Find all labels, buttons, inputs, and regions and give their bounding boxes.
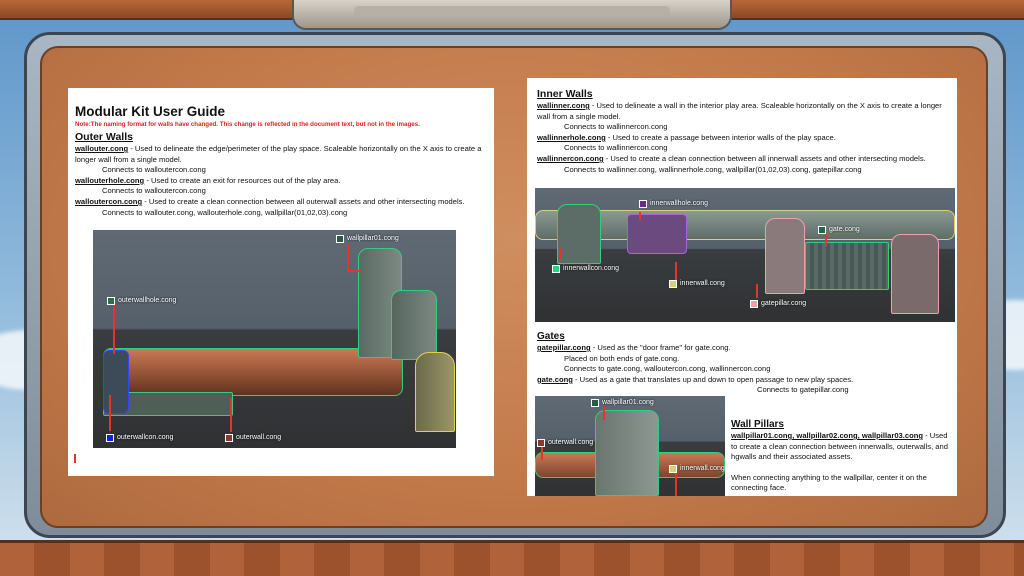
item-connects: Connects to walloutercon.cong [102,186,206,196]
naming-note: Note:The naming format for walls have ch… [75,121,420,128]
item-connects: Connects to wallinnercon.cong [564,143,668,153]
wall-pillars-section: Wall Pillars wallpillar01.cong, wallpill… [731,418,951,494]
section-title: Wall Pillars [731,419,784,430]
item-wallouterhole: wallouterhole.cong - Used to create an e… [75,176,488,187]
color-swatch [639,199,647,208]
label-gatepillar: gatepillar.cong [750,299,806,308]
item-wallinnercon: wallinnercon.cong - Used to create a cle… [537,153,926,163]
outer-walls-viewport: wallpillar01.cong outerwallhole.cong out… [93,230,456,448]
label-pointer [109,395,111,431]
label-outerwall: outerwall.cong [225,433,281,442]
gates-section: Gates gatepillar.cong - Used as the "doo… [537,330,949,396]
label-pointer [347,244,349,272]
item-desc: - Used to create an exit for resources o… [144,175,341,185]
label-pointer [675,262,677,280]
color-swatch [669,279,677,288]
wall-pillars-viewport: wallpillar01.cong outerwall.cong innerwa… [535,396,725,496]
gate-model [805,242,889,290]
gate-pillar-model [765,218,805,294]
guide-page-outer-walls: Modular Kit User Guide Note:The naming f… [68,88,494,476]
label-outerwallhole: outerwallhole.cong [107,296,176,305]
label-pointer [230,398,232,432]
label-pointer [113,304,115,354]
color-swatch [106,433,114,442]
pillars-note: When connecting anything to the wallpill… [731,472,927,493]
guide-page-inner-walls: Inner Walls wallinner.cong - Used to del… [527,78,957,496]
color-swatch [818,225,826,234]
item-desc: - Used to create a clean connection betw… [142,196,465,206]
color-swatch [552,264,560,273]
item-wallouter: wallouter.cong - Used to delineate the e… [75,144,488,165]
color-swatch [336,234,344,243]
section-title: Gates [537,331,565,342]
label-pointer [639,212,641,220]
color-swatch [591,398,599,407]
item-connects: Connects to gate.cong, walloutercon.cong… [564,364,771,374]
label-wallpillar: wallpillar01.cong [591,398,654,407]
label-outerwall: outerwall.cong [537,438,593,447]
item-walloutercon: walloutercon.cong - Used to create a cle… [75,197,488,208]
inner-end-model [557,204,601,264]
item-term: wallouterhole.cong [75,175,145,185]
label-innerwallhole: innerwallhole.cong [639,199,708,208]
label-pointer [541,446,543,460]
item-desc: - Used to delineate the edge/perimeter o… [75,144,482,164]
label-wallpillar: wallpillar01.cong [336,234,399,243]
label-pointer [559,248,561,260]
item-wallpillars: wallpillar01.cong, wallpillar02.cong, wa… [731,431,948,462]
inner-con-model [891,234,939,314]
color-swatch [107,296,115,305]
item-connects: Connects to wallouter.cong, wallouterhol… [102,207,348,217]
outer-hole-model [391,290,437,360]
inner-walls-viewport: innerwallhole.cong gate.cong innerwallco… [535,188,955,322]
label-innerwallcon: innerwallcon.cong [552,264,619,273]
item-term: wallouter.cong [75,144,129,153]
label-innerwall: innerwall.cong [669,464,725,473]
item-wallinnerhole: wallinnerhole.cong - Used to create a pa… [537,132,836,142]
item-term: walloutercon.cong [75,196,143,206]
page-title: Modular Kit User Guide [75,104,226,119]
label-pointer [603,406,605,420]
item-connects: Connects to wallinnercon.cong [564,122,668,132]
frame-top-cap [292,0,732,30]
label-pointer [347,270,361,272]
outer-end-model [415,352,455,432]
outer-con-model [103,350,129,414]
item-connects: Connects to walloutercon.cong [102,165,206,175]
label-outerwallcon: outerwallcon.cong [106,433,173,442]
label-innerwall: innerwall.cong [669,279,725,288]
section-title: Outer Walls [75,131,133,143]
item-gate: gate.cong - Used as a gate that translat… [537,374,854,384]
inner-hole-model [627,214,687,254]
item-wallinner: wallinner.cong - Used to delineate a wal… [537,101,942,121]
label-gate: gate.cong [818,225,860,234]
item-connects: Connects to gatepillar.cong [757,385,849,395]
color-swatch [537,438,545,447]
color-swatch [750,299,758,308]
item-gatepillar: gatepillar.cong - Used as the "door fram… [537,343,731,352]
wall-pillar-model [595,410,659,496]
frame-bottom-bar [0,540,1024,576]
label-pointer [675,472,677,496]
section-title: Inner Walls [537,88,593,100]
label-pointer [756,284,758,298]
pin-marker [74,454,76,463]
item-placement: Placed on both ends of gate.cong. [564,353,680,363]
item-connects: Connects to wallinner.cong, wallinnerhol… [564,164,862,174]
label-pointer [825,234,827,246]
color-swatch [225,433,233,442]
color-swatch [669,464,677,473]
inner-walls-section: Inner Walls wallinner.cong - Used to del… [537,88,949,175]
